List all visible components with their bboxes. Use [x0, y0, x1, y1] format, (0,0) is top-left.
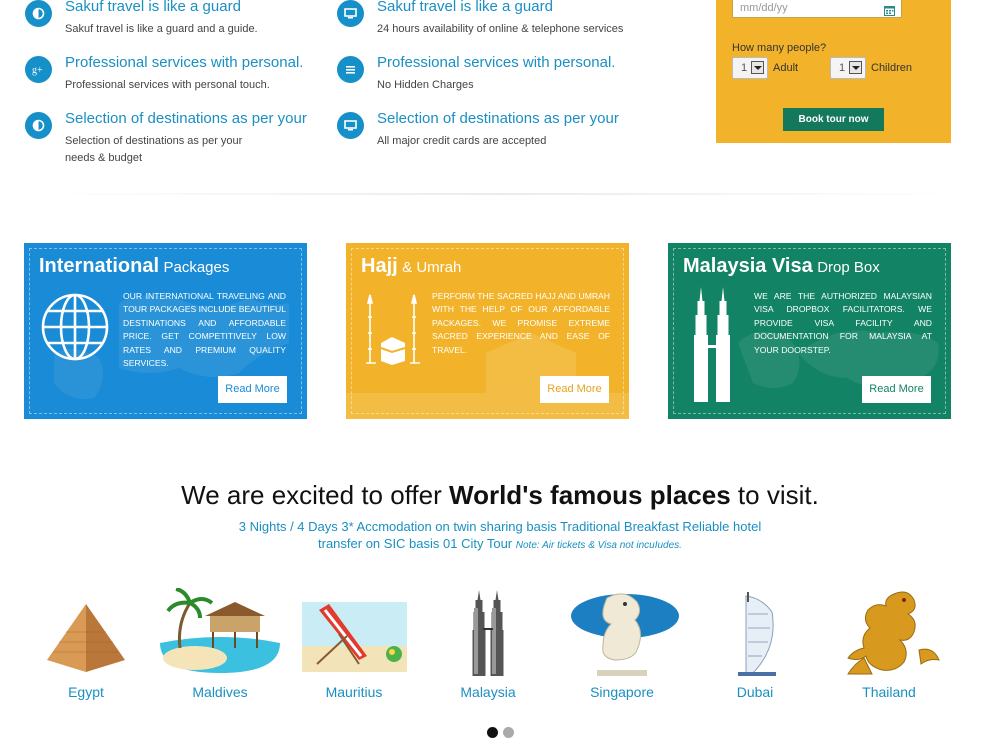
offer-heading: We are excited to offer World's famous p…: [0, 480, 1000, 511]
place-name: Thailand: [862, 684, 916, 700]
feature-desc: All major credit cards are accepted: [377, 135, 547, 147]
feature-title: Selection of destinations as per your: [377, 110, 619, 127]
place-name: Maldives: [192, 684, 248, 700]
offer-line-2: transfer on SIC basis 01 City Tour: [318, 536, 513, 551]
half-circle-icon: [25, 112, 52, 139]
petronas-towers-image: [472, 590, 504, 676]
pyramid-image: [47, 604, 125, 672]
calendar-icon[interactable]: [884, 3, 895, 21]
card-title-bold: Malaysia Visa: [683, 255, 813, 277]
mosque-icon: [366, 294, 420, 365]
monitor-icon: [337, 112, 364, 139]
chevron-down-icon[interactable]: [751, 61, 764, 74]
children-label: Children: [871, 62, 912, 74]
adult-value: 1: [741, 62, 748, 74]
card-text: Perform the sacred Hajj and Umrah with t…: [432, 291, 610, 355]
international-card: International Packages Our international…: [24, 243, 307, 419]
people-label: How many people?: [732, 42, 827, 54]
feature-desc: 24 hours availability of online & teleph…: [377, 23, 624, 35]
petronas-towers-icon: [694, 287, 730, 402]
card-title-rest: & Umrah: [402, 259, 462, 276]
card-title-bold: International: [39, 255, 160, 277]
half-circle-icon: [25, 0, 52, 27]
place-thailand[interactable]: Thailand: [824, 588, 954, 708]
children-value: 1: [839, 62, 846, 74]
carousel-dot-active[interactable]: [487, 727, 498, 738]
place-singapore[interactable]: Singapore: [557, 588, 687, 708]
monitor-icon: [337, 0, 364, 27]
card-title-bold: Hajj: [361, 255, 398, 277]
card-text: Our international traveling and tour pac…: [123, 291, 286, 369]
merlion-image: [571, 593, 679, 676]
feature-desc: No Hidden Charges: [377, 79, 474, 91]
offer-heading-pre: We are excited to offer: [181, 480, 442, 510]
offer-line-1: 3 Nights / 4 Days 3* Accmodation on twin…: [238, 519, 762, 534]
place-name: Singapore: [590, 684, 654, 700]
place-egypt[interactable]: Egypt: [21, 588, 151, 708]
adult-label: Adult: [773, 62, 799, 74]
place-maldives[interactable]: Maldives: [155, 588, 285, 708]
place-mauritius[interactable]: Mauritius: [289, 588, 419, 708]
feature-title: Selection of destinations as per your: [65, 110, 307, 127]
hajj-umrah-card: Hajj & Umrah Perform the sacred Hajj and…: [346, 243, 629, 419]
card-text: We are the authorized Malaysian visa dro…: [754, 291, 932, 355]
book-tour-button[interactable]: Book tour now: [783, 108, 884, 131]
chevron-down-icon[interactable]: [849, 61, 862, 74]
read-more-button[interactable]: Read More: [218, 376, 287, 403]
feature-desc: Selection of destinations as per your ne…: [65, 135, 243, 164]
beach-chair-image: [302, 602, 407, 672]
place-dubai[interactable]: Dubai: [690, 588, 820, 708]
island-hut-image: [160, 588, 280, 673]
feature-title: Sakuf travel is like a guard: [377, 0, 553, 15]
list-icon: [337, 56, 364, 83]
feature-title: Sakuf travel is like a guard: [65, 0, 241, 15]
offer-heading-post: to visit.: [737, 480, 819, 510]
adult-select[interactable]: 1: [732, 57, 768, 79]
booking-form: mm/dd/yy How many people? 1 Adult 1 Chil…: [716, 0, 951, 143]
place-name: Egypt: [68, 684, 104, 700]
offer-note: Note: Air tickets & Visa not incuIudes.: [515, 540, 682, 551]
children-select[interactable]: 1: [830, 57, 866, 79]
card-title: Hajj & Umrah: [361, 255, 461, 278]
carousel-dot[interactable]: [503, 727, 514, 738]
card-title: International Packages: [39, 255, 229, 278]
feature-title: Professional services with personal.: [377, 54, 616, 71]
place-name: Mauritius: [325, 684, 383, 700]
place-name: Malaysia: [460, 684, 516, 700]
feature-title: Professional services with personal.: [65, 54, 304, 71]
globe-icon: [41, 293, 109, 361]
offer-heading-bold: World's famous places: [449, 480, 731, 510]
read-more-button[interactable]: Read More: [862, 376, 931, 403]
svg-text:g+: g+: [32, 65, 43, 76]
date-input[interactable]: mm/dd/yy: [732, 0, 902, 18]
google-plus-icon: g+: [25, 56, 52, 83]
offer-line-2-wrap: transfer on SIC basis 01 City Tour Note:…: [0, 536, 1000, 551]
card-title-rest: Packages: [163, 259, 230, 276]
date-placeholder: mm/dd/yy: [740, 2, 788, 14]
place-malaysia[interactable]: Malaysia: [423, 588, 553, 708]
malaysia-visa-card: Malaysia Visa Drop Box We are the author…: [668, 243, 951, 419]
burj-al-arab-image: [738, 592, 776, 676]
place-name: Dubai: [736, 684, 774, 700]
card-title-rest: Drop Box: [817, 259, 880, 276]
golden-dragon-image: [847, 591, 940, 675]
feature-desc: Sakuf travel is like a guard and a guide…: [65, 23, 258, 35]
section-divider: [30, 193, 970, 195]
feature-desc: Professional services with personal touc…: [65, 79, 270, 91]
read-more-button[interactable]: Read More: [540, 376, 609, 403]
card-title: Malaysia Visa Drop Box: [683, 255, 880, 278]
